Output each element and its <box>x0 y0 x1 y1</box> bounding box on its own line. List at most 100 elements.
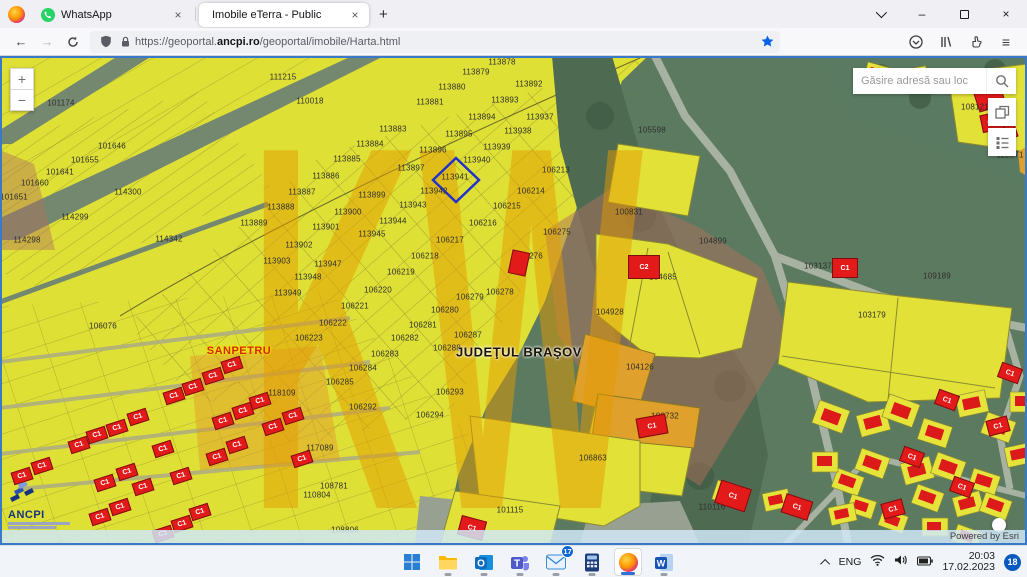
url-bar[interactable]: https://geoportal.ancpi.ro/geoportal/imo… <box>90 31 780 53</box>
restore-button[interactable] <box>943 0 985 28</box>
parcel-label[interactable]: 106216 <box>469 219 497 228</box>
wifi-icon[interactable] <box>870 553 885 571</box>
parcel-label[interactable]: 117089 <box>306 444 333 453</box>
parcel-label[interactable]: 106294 <box>416 411 444 420</box>
parcel-label[interactable]: 106222 <box>319 319 347 328</box>
tab-close-icon[interactable]: × <box>348 8 362 22</box>
parcel-label[interactable]: 113895 <box>445 130 472 139</box>
building-marker[interactable]: C1 <box>211 412 234 431</box>
lock-icon[interactable] <box>120 36 131 48</box>
parcel-label[interactable]: 113901 <box>312 223 339 232</box>
file-explorer-button[interactable] <box>434 548 462 576</box>
building-marker[interactable]: C1 <box>188 503 211 522</box>
parcel-label[interactable]: 101174 <box>47 99 74 108</box>
building-marker[interactable]: C1 <box>880 498 905 519</box>
parcel-label[interactable]: 101641 <box>46 168 74 177</box>
minimize-button[interactable]: – <box>901 0 943 28</box>
building-marker[interactable]: C1 <box>131 478 154 497</box>
basemap-gallery-button[interactable] <box>988 98 1016 126</box>
parcel-label[interactable]: 113945 <box>358 230 385 239</box>
parcel-label[interactable]: 113894 <box>468 113 495 122</box>
building-marker[interactable]: C1 <box>151 440 174 459</box>
building-marker[interactable]: C1 <box>169 467 192 486</box>
parcel-label[interactable]: 106283 <box>371 350 399 359</box>
parcel-label[interactable]: 113900 <box>334 208 361 217</box>
reload-button[interactable] <box>60 31 86 53</box>
parcel-label[interactable]: 113947 <box>314 260 341 269</box>
parcel-label[interactable]: 113886 <box>312 172 339 181</box>
building-marker[interactable]: C1 <box>30 457 53 476</box>
parcel-label[interactable]: 111215 <box>270 73 297 82</box>
parcel-label[interactable]: 106219 <box>387 268 415 277</box>
parcel-label[interactable]: 113893 <box>491 96 518 105</box>
parcel-label[interactable]: 110804 <box>303 491 330 500</box>
parcel-label[interactable]: 106220 <box>364 286 392 295</box>
menu-icon[interactable]: ≡ <box>993 31 1019 53</box>
building-marker[interactable]: C1 <box>162 387 185 406</box>
parcel-label[interactable]: 113879 <box>462 68 489 77</box>
parcel-label[interactable]: 113943 <box>399 201 426 210</box>
parcel-label[interactable]: 113942 <box>420 187 447 196</box>
parcel-label[interactable]: 113937 <box>526 113 553 122</box>
parcel-label[interactable]: 113903 <box>263 257 290 266</box>
outlook-button[interactable]: O <box>470 548 498 576</box>
building-marker[interactable]: C1 <box>290 450 313 469</box>
parcel-label[interactable]: 106284 <box>349 364 377 373</box>
parcel-label[interactable]: 105598 <box>638 126 666 135</box>
volume-icon[interactable] <box>894 553 908 571</box>
tab-whatsapp[interactable]: WhatsApp × <box>34 3 192 27</box>
parcel-label[interactable]: 104126 <box>626 363 654 372</box>
building-marker[interactable]: C1 <box>949 476 975 499</box>
building-marker[interactable]: C1 <box>225 436 248 455</box>
parcel-label[interactable]: 106223 <box>295 334 323 343</box>
parcel-label[interactable]: 101655 <box>71 156 99 165</box>
building-marker[interactable]: C1 <box>934 389 960 412</box>
language-indicator[interactable]: ENG <box>839 556 862 568</box>
pocket-icon[interactable] <box>903 31 929 53</box>
parcel-label[interactable]: 103137 <box>804 262 832 271</box>
parcel-label[interactable]: 113881 <box>416 98 443 107</box>
building-marker[interactable]: C1 <box>93 474 116 493</box>
start-button[interactable] <box>398 548 426 576</box>
search-input[interactable] <box>853 75 986 87</box>
building-marker[interactable]: C1 <box>832 258 858 278</box>
building-marker[interactable]: C1 <box>88 508 111 527</box>
parcel-label[interactable]: 113897 <box>397 164 424 173</box>
parcel-label[interactable]: 113885 <box>333 155 360 164</box>
parcel-label[interactable]: 110018 <box>296 97 323 106</box>
parcel-label[interactable]: 106213 <box>542 166 570 175</box>
parcel-label[interactable]: 113887 <box>288 188 315 197</box>
parcel-label[interactable]: 106279 <box>456 293 484 302</box>
parcel-label[interactable]: 113948 <box>294 273 321 282</box>
parcel-label[interactable]: 113939 <box>483 143 510 152</box>
parcel-label[interactable]: 101646 <box>98 142 126 151</box>
parcel-label[interactable]: 113949 <box>274 289 301 298</box>
parcel-label[interactable]: 106275 <box>543 228 571 237</box>
mail-button[interactable]: 17 <box>542 548 570 576</box>
firefox-taskbar-button[interactable] <box>614 548 642 576</box>
parcel-label[interactable]: 101115 <box>497 506 524 515</box>
parcel-label[interactable]: 118109 <box>268 389 295 398</box>
parcel-label[interactable]: 114298 <box>13 236 40 245</box>
parcel-label[interactable]: 106221 <box>341 302 369 311</box>
parcel-label[interactable]: 113889 <box>240 219 267 228</box>
parcel-label[interactable]: 113878 <box>488 58 515 67</box>
parcel-label[interactable]: 114299 <box>61 213 88 222</box>
building-marker[interactable]: C1 <box>126 408 149 427</box>
extension-icon[interactable] <box>963 31 989 53</box>
parcel-label[interactable]: 113884 <box>356 140 383 149</box>
parcel-label[interactable]: 106217 <box>436 236 464 245</box>
tab-imobile-eterra[interactable]: Imobile eTerra - Public × <box>199 3 369 27</box>
building-marker[interactable]: C1 <box>205 448 228 467</box>
parcel-label[interactable]: 113899 <box>358 191 385 200</box>
parcel-label[interactable]: 106214 <box>517 187 545 196</box>
parcel-label[interactable]: 106282 <box>391 334 419 343</box>
building-marker[interactable]: C1 <box>181 378 204 397</box>
parcel-label[interactable]: 101651 <box>0 193 28 202</box>
building-marker[interactable]: C1 <box>281 407 304 426</box>
parcel-label[interactable]: 106863 <box>579 454 607 463</box>
building-marker[interactable]: C1 <box>997 362 1023 385</box>
parcel-label[interactable]: 113888 <box>267 203 294 212</box>
parcel-label[interactable]: 114300 <box>114 188 141 197</box>
parcel-label[interactable]: 106287 <box>454 331 482 340</box>
